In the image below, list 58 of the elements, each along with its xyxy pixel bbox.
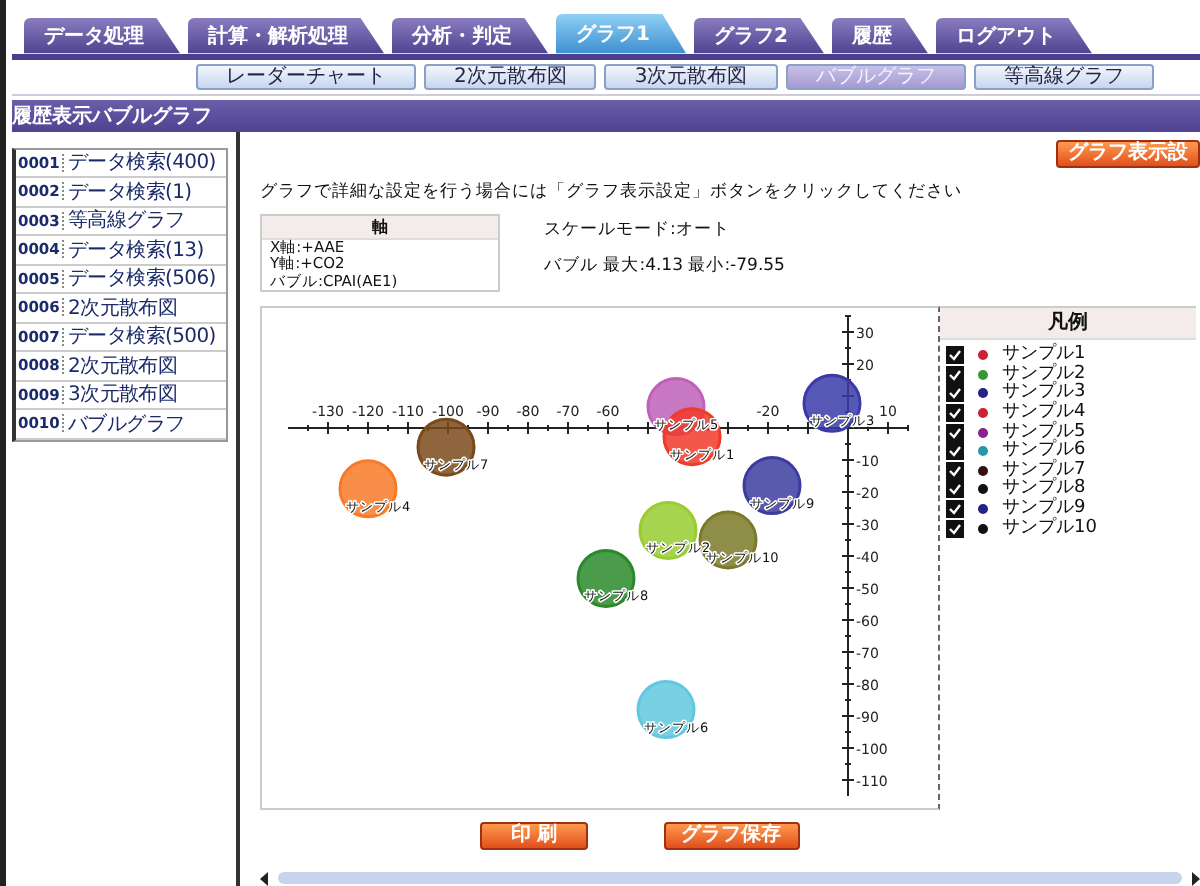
- legend-label: サンプル7: [1002, 461, 1086, 480]
- history-link[interactable]: 2次元散布図: [68, 351, 178, 380]
- axis-card-title: 軸: [262, 215, 498, 239]
- checkbox[interactable]: [946, 346, 964, 365]
- right-arrow-icon[interactable]: [1190, 871, 1200, 885]
- checkbox[interactable]: [946, 461, 964, 480]
- legend-label: サンプル5: [1002, 423, 1086, 442]
- history-link[interactable]: 3次元散布図: [68, 380, 178, 409]
- sub-tab[interactable]: 2次元散布図: [424, 63, 597, 90]
- left-arrow-icon[interactable]: [260, 871, 270, 885]
- sub-tab[interactable]: 等高線グラフ: [973, 63, 1154, 90]
- bubble-range-text: バブル 最大:4.13 最小:-79.55: [544, 253, 785, 277]
- history-link[interactable]: データ検索(400): [68, 148, 216, 177]
- checkbox[interactable]: [946, 500, 964, 519]
- checkbox[interactable]: [946, 442, 964, 461]
- history-link[interactable]: データ検索(500): [68, 322, 216, 351]
- instruction-text: グラフで詳細な設定を行う場合には「グラフ表示設定」ボタンをクリックしてください: [260, 179, 964, 203]
- bubble: [416, 417, 476, 477]
- nav-tab[interactable]: 履歴: [831, 17, 928, 54]
- bubble: [576, 548, 636, 608]
- section-title: 履歴表示: [12, 103, 92, 130]
- checkbox[interactable]: [946, 384, 964, 403]
- legend-label: サンプル8: [1002, 480, 1086, 499]
- sub-tab[interactable]: 3次元散布図: [604, 63, 778, 90]
- legend-label: サンプル2: [1002, 365, 1086, 384]
- nav-tab[interactable]: 分析・判定: [392, 17, 548, 54]
- checkbox[interactable]: [946, 519, 964, 538]
- bubble: [742, 456, 802, 516]
- history-link[interactable]: データ検索(506): [68, 264, 216, 293]
- history-link[interactable]: データ検索(13): [68, 235, 204, 264]
- legend-title: 凡例: [940, 308, 1196, 340]
- scale-mode-text: スケールモード:オート: [544, 217, 732, 241]
- bubble: [802, 373, 862, 433]
- nav-tab[interactable]: 計算・解析処理: [188, 17, 384, 54]
- nav-tab[interactable]: グラフ2: [693, 17, 824, 54]
- page-title: バブルグラフ: [92, 103, 212, 130]
- history-link[interactable]: バブルグラフ: [68, 409, 185, 438]
- legend-label: サンプル3: [1002, 384, 1086, 403]
- checkbox[interactable]: [946, 404, 964, 423]
- legend-label: サンプル10: [1002, 519, 1097, 538]
- legend-label: サンプル1: [1002, 346, 1086, 365]
- checkbox[interactable]: [946, 365, 964, 384]
- history-link[interactable]: データ検索(1): [68, 177, 192, 206]
- history-link[interactable]: 等高線グラフ: [68, 206, 185, 235]
- bubble: [662, 407, 722, 467]
- nav-tab[interactable]: ログアウト: [935, 17, 1092, 54]
- bubble: [636, 680, 696, 740]
- checkbox[interactable]: [946, 423, 964, 442]
- horizontal-scrollbar[interactable]: [260, 870, 1200, 886]
- legend-label: サンプル6: [1002, 442, 1086, 461]
- bubble: [698, 510, 758, 570]
- legend-label: サンプル4: [1002, 404, 1086, 423]
- legend-label: サンプル9: [1002, 500, 1086, 519]
- history-link[interactable]: 2次元散布図: [68, 293, 178, 322]
- nav-tab[interactable]: データ処理: [24, 17, 180, 54]
- sub-tab[interactable]: レーダーチャート: [196, 63, 416, 90]
- checkbox[interactable]: [946, 480, 964, 499]
- bubble: [638, 500, 698, 560]
